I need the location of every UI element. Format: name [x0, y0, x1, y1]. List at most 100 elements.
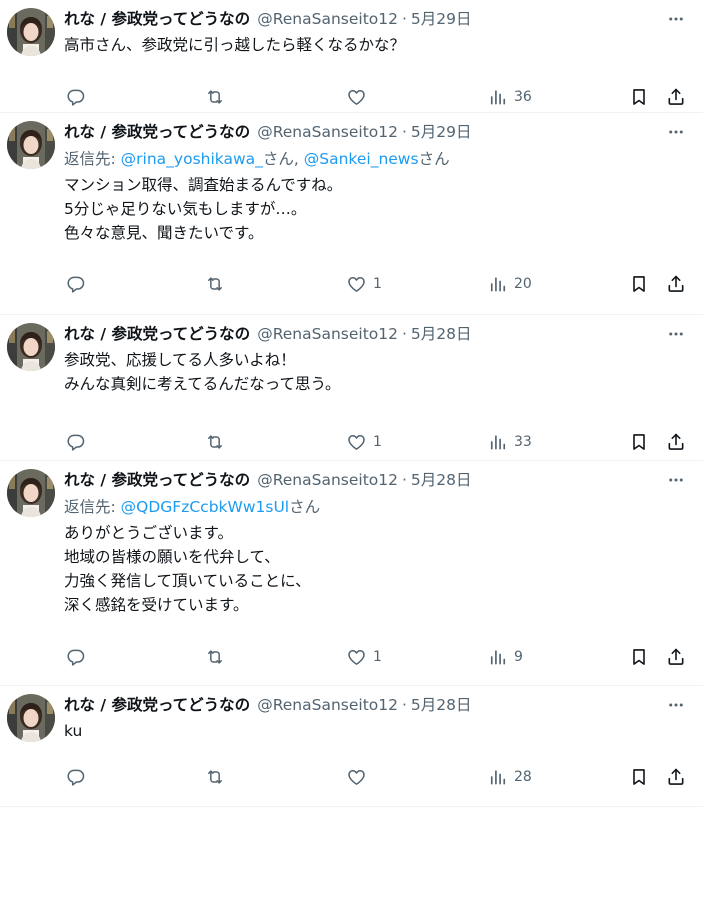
like-button[interactable]: 1: [346, 644, 382, 670]
more-icon[interactable]: [663, 692, 689, 718]
tweet-header: れな / 参政党ってどうなの @RenaSanseito12 · 5月28日: [64, 323, 689, 345]
display-name[interactable]: れな / 参政党ってどうなの: [64, 121, 250, 143]
like-icon: [346, 767, 367, 787]
user-handle[interactable]: @RenaSanseito12: [257, 469, 398, 491]
like-button[interactable]: [346, 84, 373, 110]
view-count: 33: [514, 434, 532, 450]
bookmark-button[interactable]: [629, 271, 649, 297]
avatar[interactable]: [7, 121, 55, 169]
views-icon: [488, 432, 508, 452]
reply-button[interactable]: [66, 84, 86, 110]
tweet[interactable]: れな / 参政党ってどうなの @RenaSanseito12 · 5月29日 高市さん、…: [0, 0, 703, 113]
retweet-button[interactable]: [204, 429, 226, 455]
reply-mention-suffix: さん: [418, 150, 450, 168]
tweet[interactable]: れな / 参政党ってどうなの @RenaSanseito12 · 5月28日 ku 28: [0, 686, 703, 807]
like-count: 1: [373, 276, 382, 292]
reply-mention-link[interactable]: @rina_yoshikawa_: [121, 150, 263, 168]
tweet[interactable]: れな / 参政党ってどうなの @RenaSanseito12 · 5月28日 参政党、応…: [0, 315, 703, 461]
more-icon[interactable]: [663, 321, 689, 347]
avatar[interactable]: [7, 323, 55, 371]
tweet[interactable]: れな / 参政党ってどうなの @RenaSanseito12 · 5月28日 返信先: …: [0, 461, 703, 686]
like-icon: [346, 647, 367, 667]
retweet-button[interactable]: [204, 764, 226, 790]
reply-to-line: 返信先: @QDGFzCcbkWw1sUlさん: [64, 496, 689, 518]
display-name[interactable]: れな / 参政党ってどうなの: [64, 469, 250, 491]
tweet-date[interactable]: 5月29日: [411, 121, 472, 143]
retweet-button[interactable]: [204, 644, 226, 670]
reply-mention-link[interactable]: @Sankei_news: [304, 150, 419, 168]
tweet[interactable]: れな / 参政党ってどうなの @RenaSanseito12 · 5月29日 返信先: …: [0, 113, 703, 315]
bookmark-button[interactable]: [629, 644, 649, 670]
like-button[interactable]: 1: [346, 429, 382, 455]
share-button[interactable]: [666, 644, 686, 670]
tweet-header: れな / 参政党ってどうなの @RenaSanseito12 · 5月28日: [64, 469, 689, 491]
separator-dot: ·: [401, 10, 407, 28]
like-count: 1: [373, 434, 382, 450]
like-button[interactable]: [346, 764, 373, 790]
share-button[interactable]: [666, 429, 686, 455]
reply-to-prefix: 返信先:: [64, 498, 121, 516]
tweet-content: れな / 参政党ってどうなの @RenaSanseito12 · 5月28日 参政党、応…: [64, 323, 689, 461]
retweet-button[interactable]: [204, 84, 226, 110]
display-name[interactable]: れな / 参政党ってどうなの: [64, 8, 250, 30]
bookmark-icon: [629, 87, 649, 107]
display-name[interactable]: れな / 参政党ってどうなの: [64, 323, 250, 345]
bookmark-icon: [629, 274, 649, 294]
display-name[interactable]: れな / 参政党ってどうなの: [64, 694, 250, 716]
tweet-header: れな / 参政党ってどうなの @RenaSanseito12 · 5月29日: [64, 8, 689, 30]
share-button[interactable]: [666, 271, 686, 297]
views-button[interactable]: 20: [488, 271, 532, 297]
tweet-content: れな / 参政党ってどうなの @RenaSanseito12 · 5月29日 高市さん、…: [64, 8, 689, 113]
like-button[interactable]: 1: [346, 271, 382, 297]
user-handle[interactable]: @RenaSanseito12: [257, 694, 398, 716]
separator-dot: ·: [401, 325, 407, 343]
bookmark-button[interactable]: [629, 84, 649, 110]
tweet-date[interactable]: 5月28日: [411, 469, 472, 491]
reply-button[interactable]: [66, 271, 86, 297]
tweet-actions: 19: [64, 644, 689, 670]
avatar[interactable]: [7, 469, 55, 517]
view-count: 28: [514, 769, 532, 785]
avatar[interactable]: [7, 8, 55, 56]
separator-dot: ·: [401, 696, 407, 714]
tweet-header: れな / 参政党ってどうなの @RenaSanseito12 · 5月28日: [64, 694, 689, 716]
user-handle[interactable]: @RenaSanseito12: [257, 121, 398, 143]
reply-mention-link[interactable]: @QDGFzCcbkWw1sUl: [121, 498, 289, 516]
more-icon[interactable]: [663, 467, 689, 493]
views-button[interactable]: 9: [488, 644, 523, 670]
retweet-icon: [204, 87, 226, 107]
reply-mention-suffix: さん,: [262, 150, 304, 168]
share-icon: [666, 767, 686, 787]
avatar[interactable]: [7, 694, 55, 742]
user-handle[interactable]: @RenaSanseito12: [257, 323, 398, 345]
bookmark-button[interactable]: [629, 429, 649, 455]
reply-button[interactable]: [66, 764, 86, 790]
bookmark-button[interactable]: [629, 764, 649, 790]
more-icon[interactable]: [663, 119, 689, 145]
retweet-icon: [204, 647, 226, 667]
views-button[interactable]: 33: [488, 429, 532, 455]
retweet-icon: [204, 432, 226, 452]
tweet-actions: 36: [64, 84, 689, 110]
tweet-text: ku: [64, 722, 83, 740]
tweet-date[interactable]: 5月29日: [411, 8, 472, 30]
views-button[interactable]: 36: [488, 84, 532, 110]
reply-button[interactable]: [66, 429, 86, 455]
share-button[interactable]: [666, 84, 686, 110]
tweet-date[interactable]: 5月28日: [411, 323, 472, 345]
bookmark-icon: [629, 767, 649, 787]
reply-button[interactable]: [66, 644, 86, 670]
view-count: 20: [514, 276, 532, 292]
tweet-text: マンション取得、調査始まるんですね。 5分じゃ足りない気もしますが…。 色々な意…: [64, 176, 343, 242]
share-button[interactable]: [666, 764, 686, 790]
tweet-date[interactable]: 5月28日: [411, 694, 472, 716]
retweet-button[interactable]: [204, 271, 226, 297]
share-icon: [666, 432, 686, 452]
more-icon[interactable]: [663, 6, 689, 32]
retweet-icon: [204, 274, 226, 294]
retweet-icon: [204, 767, 226, 787]
user-handle[interactable]: @RenaSanseito12: [257, 8, 398, 30]
views-button[interactable]: 28: [488, 764, 532, 790]
tweet-content: れな / 参政党ってどうなの @RenaSanseito12 · 5月29日 返信先: …: [64, 121, 689, 315]
tweet-header: れな / 参政党ってどうなの @RenaSanseito12 · 5月29日: [64, 121, 689, 143]
